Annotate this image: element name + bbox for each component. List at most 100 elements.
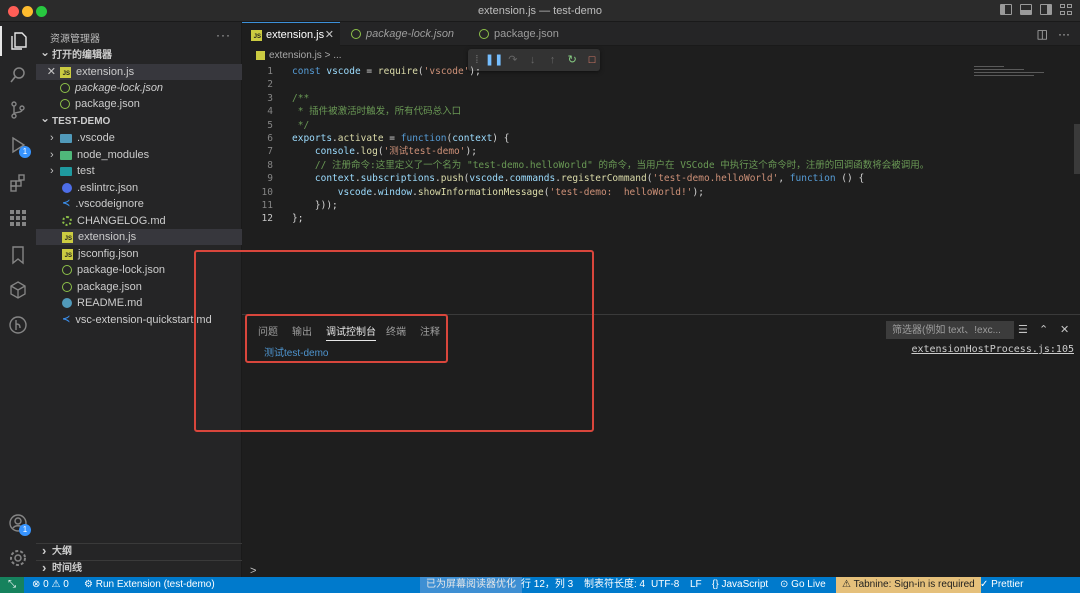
more-actions-icon[interactable]: ··· xyxy=(1058,27,1070,41)
maximize-panel-icon[interactable]: ⌃ xyxy=(1039,323,1048,336)
open-editor-label: package.json xyxy=(75,98,140,110)
bookmark-icon[interactable] xyxy=(0,240,36,270)
eol-status[interactable]: LF xyxy=(690,577,702,593)
json-icon xyxy=(60,83,70,94)
search-icon[interactable] xyxy=(0,60,36,90)
js-icon: JS xyxy=(251,30,262,41)
problems-status[interactable]: ⊗ 0 ⚠ 0 xyxy=(32,577,69,593)
run-debug-icon[interactable]: 1 xyxy=(0,130,36,160)
warning-count: 0 xyxy=(63,579,69,590)
remote-icon[interactable]: ⤡ xyxy=(0,577,24,593)
open-editor-label: extension.js xyxy=(76,66,135,78)
account-icon[interactable]: 1 xyxy=(0,508,36,538)
tree-item-label: .eslintrc.json xyxy=(77,182,139,194)
json-icon xyxy=(62,282,72,293)
toggle-panel-icon[interactable] xyxy=(1020,4,1032,15)
clear-console-icon[interactable]: ☰ xyxy=(1018,323,1028,336)
minimap[interactable] xyxy=(974,66,1054,86)
tree-item-folder[interactable]: › test xyxy=(36,163,242,179)
line-number: 11 xyxy=(261,200,273,211)
console-filter-input[interactable]: 筛选器(例如 text、!exc... xyxy=(886,321,1014,339)
go-live-label: Go Live xyxy=(791,579,826,590)
close-icon[interactable]: ✕ xyxy=(36,64,56,80)
line-number: 8 xyxy=(267,160,273,171)
window-title: extension.js — test-demo xyxy=(477,5,603,17)
customize-layout-icon[interactable] xyxy=(1060,4,1072,15)
more-actions-icon[interactable]: ··· xyxy=(216,28,231,42)
tab-package-json[interactable]: package.json xyxy=(470,22,570,46)
tab-label: package.json xyxy=(494,28,559,40)
git-graph-icon[interactable] xyxy=(0,310,36,340)
project-header[interactable]: TEST-DEMO xyxy=(36,110,242,130)
line-number: 6 xyxy=(267,133,273,144)
toggle-secondary-sidebar-icon[interactable] xyxy=(1040,4,1052,15)
breadcrumb[interactable]: extension.js > ... xyxy=(256,48,342,64)
scrollbar[interactable] xyxy=(1074,124,1080,174)
folder-icon xyxy=(60,133,72,143)
prettier-status[interactable]: ✓ Prettier xyxy=(980,577,1023,593)
tree-item-folder[interactable]: › .vscode xyxy=(36,130,242,146)
code-comment: * 插件被激活时触发，所有代码总入口 xyxy=(292,106,462,117)
outline-header[interactable]: 大纲 xyxy=(36,543,242,559)
open-editors-header[interactable]: 打开的编辑器 xyxy=(36,44,242,64)
run-extension-status[interactable]: ⚙ Run Extension (test-demo) xyxy=(84,577,215,593)
sidebar-title: 资源管理器 xyxy=(50,34,100,45)
tree-item-file[interactable]: CHANGELOG.md xyxy=(36,213,242,229)
info-icon xyxy=(62,298,72,309)
tabnine-label: Tabnine: Sign-in is required xyxy=(853,579,975,590)
open-editor-item[interactable]: package-lock.json xyxy=(36,80,242,96)
line-number: 5 xyxy=(267,120,273,131)
tree-item-label: jsconfig.json xyxy=(78,248,139,260)
account-badge: 1 xyxy=(19,524,31,536)
tree-item-file[interactable]: .eslintrc.json xyxy=(36,180,242,196)
timeline-header[interactable]: 时间线 xyxy=(36,560,242,576)
close-panel-icon[interactable]: ✕ xyxy=(1060,323,1069,336)
cube-icon[interactable] xyxy=(0,275,36,305)
language-label: JavaScript xyxy=(721,579,769,590)
line-number: 4 xyxy=(267,106,273,117)
tabnine-status[interactable]: ⚠ Tabnine: Sign-in is required xyxy=(836,577,981,593)
tree-item-label: extension.js xyxy=(78,231,137,243)
extensions-icon[interactable] xyxy=(0,168,36,198)
prettier-label: Prettier xyxy=(991,579,1024,590)
line-number: 3 xyxy=(267,93,273,104)
split-editor-icon[interactable]: ◫ xyxy=(1037,27,1048,41)
open-editor-item[interactable]: ✕ JS extension.js xyxy=(36,64,242,80)
chevron-right-icon: › xyxy=(50,149,54,161)
vscode-icon: ≺ xyxy=(62,198,71,210)
console-prompt[interactable]: > xyxy=(250,565,256,577)
manage-gear-icon[interactable] xyxy=(0,543,36,573)
source-control-icon[interactable] xyxy=(0,95,36,125)
tree-item-label: README.md xyxy=(77,297,143,309)
toggle-sidebar-icon[interactable] xyxy=(1000,4,1012,15)
console-source-link[interactable]: extensionHostProcess.js:105 xyxy=(911,344,1074,355)
encoding-status[interactable]: UTF-8 xyxy=(651,577,679,593)
tab-extension-js[interactable]: JS extension.js ✕ xyxy=(242,22,340,46)
close-icon[interactable]: ✕ xyxy=(325,23,334,47)
line-number: 2 xyxy=(267,79,273,90)
json-icon xyxy=(351,29,361,39)
go-live-status[interactable]: ⊙ Go Live xyxy=(780,577,826,593)
highlight-box-inner xyxy=(245,314,448,363)
screen-reader-status[interactable]: 已为屏幕阅读器优化 xyxy=(420,577,522,593)
open-editor-item[interactable]: package.json xyxy=(36,96,242,112)
explorer-icon[interactable] xyxy=(0,26,36,56)
debug-badge: 1 xyxy=(19,146,31,158)
chevron-right-icon: › xyxy=(50,132,54,144)
status-bar: ⤡ ⊗ 0 ⚠ 0 ⚙ Run Extension (test-demo) 已为… xyxy=(0,577,1080,593)
js-icon: JS xyxy=(60,66,71,78)
tab-package-lock-json[interactable]: package-lock.json xyxy=(342,22,464,46)
line-number: 12 xyxy=(261,213,273,224)
cursor-position-status[interactable]: 行 12，列 3 xyxy=(521,577,573,593)
tree-item-folder[interactable]: › node_modules xyxy=(36,147,242,163)
tab-size-status[interactable]: 制表符长度: 4 xyxy=(584,577,645,593)
line-number: 1 xyxy=(267,66,273,77)
tree-item-label: vsc-extension-quickstart.md xyxy=(75,314,212,326)
tree-item-file[interactable]: JS extension.js xyxy=(36,229,242,245)
grid-apps-icon[interactable] xyxy=(0,203,36,233)
vscode-icon: ≺ xyxy=(62,314,71,326)
folder-icon xyxy=(60,166,72,176)
language-status[interactable]: {} JavaScript xyxy=(712,577,768,593)
tree-item-file[interactable]: ≺ .vscodeignore xyxy=(36,196,242,212)
tree-item-label: node_modules xyxy=(77,149,150,161)
